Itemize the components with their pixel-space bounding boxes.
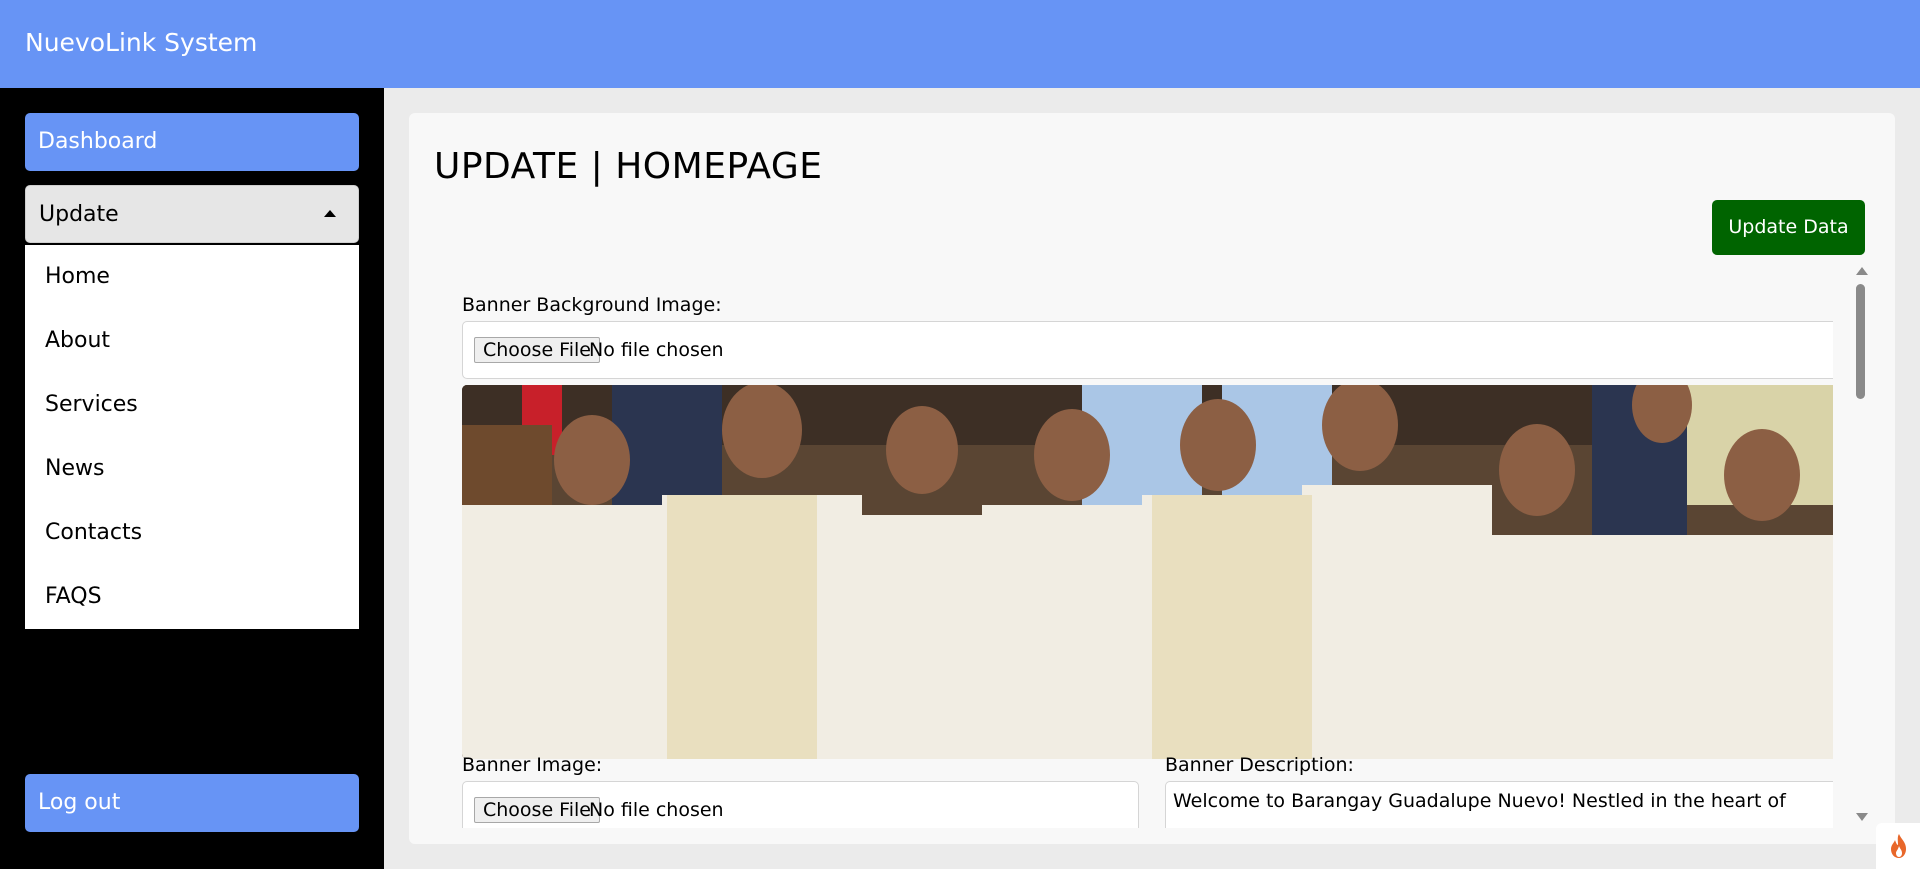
submenu-item-news[interactable]: News xyxy=(25,437,359,501)
update-data-button[interactable]: Update Data xyxy=(1712,200,1865,255)
banner-image-label: Banner Image: xyxy=(462,754,603,776)
banner-background-file-input[interactable]: Choose File No file chosen xyxy=(462,321,1833,379)
banner-image-file-input[interactable]: Choose File No file chosen xyxy=(462,781,1139,828)
submenu-item-contacts[interactable]: Contacts xyxy=(25,501,359,565)
scroll-up-arrow-icon[interactable] xyxy=(1856,267,1868,275)
submenu-item-about[interactable]: About xyxy=(25,309,359,373)
banner-image-choose-file-button[interactable]: Choose File xyxy=(474,797,600,823)
submenu-item-faqs[interactable]: FAQS xyxy=(25,565,359,629)
scrollbar-thumb[interactable] xyxy=(1856,284,1865,399)
logout-button[interactable]: Log out xyxy=(25,774,359,832)
flame-icon xyxy=(1891,834,1906,858)
top-navbar: NuevoLink System xyxy=(0,0,1920,88)
update-label: Update xyxy=(39,202,119,227)
banner-background-file-status: No file chosen xyxy=(589,339,724,361)
banner-description-textarea[interactable]: Welcome to Barangay Guadalupe Nuevo! Nes… xyxy=(1165,781,1833,828)
sidebar: Dashboard Update Home About Services New… xyxy=(0,88,384,869)
update-dropdown-toggle[interactable]: Update xyxy=(25,185,359,243)
main-content-card: UPDATE | HOMEPAGE Update Data Banner Bac… xyxy=(409,113,1895,844)
form-scrollbar[interactable] xyxy=(1853,266,1869,822)
banner-background-label: Banner Background Image: xyxy=(462,294,722,316)
caret-up-icon xyxy=(324,210,336,217)
banner-image-file-status: No file chosen xyxy=(589,799,724,821)
page-title: UPDATE | HOMEPAGE xyxy=(434,146,823,187)
dashboard-button[interactable]: Dashboard xyxy=(25,113,359,171)
scroll-down-arrow-icon[interactable] xyxy=(1856,813,1868,821)
app-title: NuevoLink System xyxy=(25,28,258,57)
corner-badge[interactable] xyxy=(1876,823,1920,869)
banner-description-text: Welcome to Barangay Guadalupe Nuevo! Nes… xyxy=(1173,790,1786,812)
homepage-form[interactable]: Banner Background Image: Choose File No … xyxy=(453,283,1833,828)
update-submenu: Home About Services News Contacts FAQS xyxy=(25,245,359,629)
banner-background-preview-image xyxy=(462,385,1833,759)
submenu-item-home[interactable]: Home xyxy=(25,245,359,309)
banner-background-choose-file-button[interactable]: Choose File xyxy=(474,337,600,363)
submenu-item-services[interactable]: Services xyxy=(25,373,359,437)
banner-description-label: Banner Description: xyxy=(1165,754,1354,776)
